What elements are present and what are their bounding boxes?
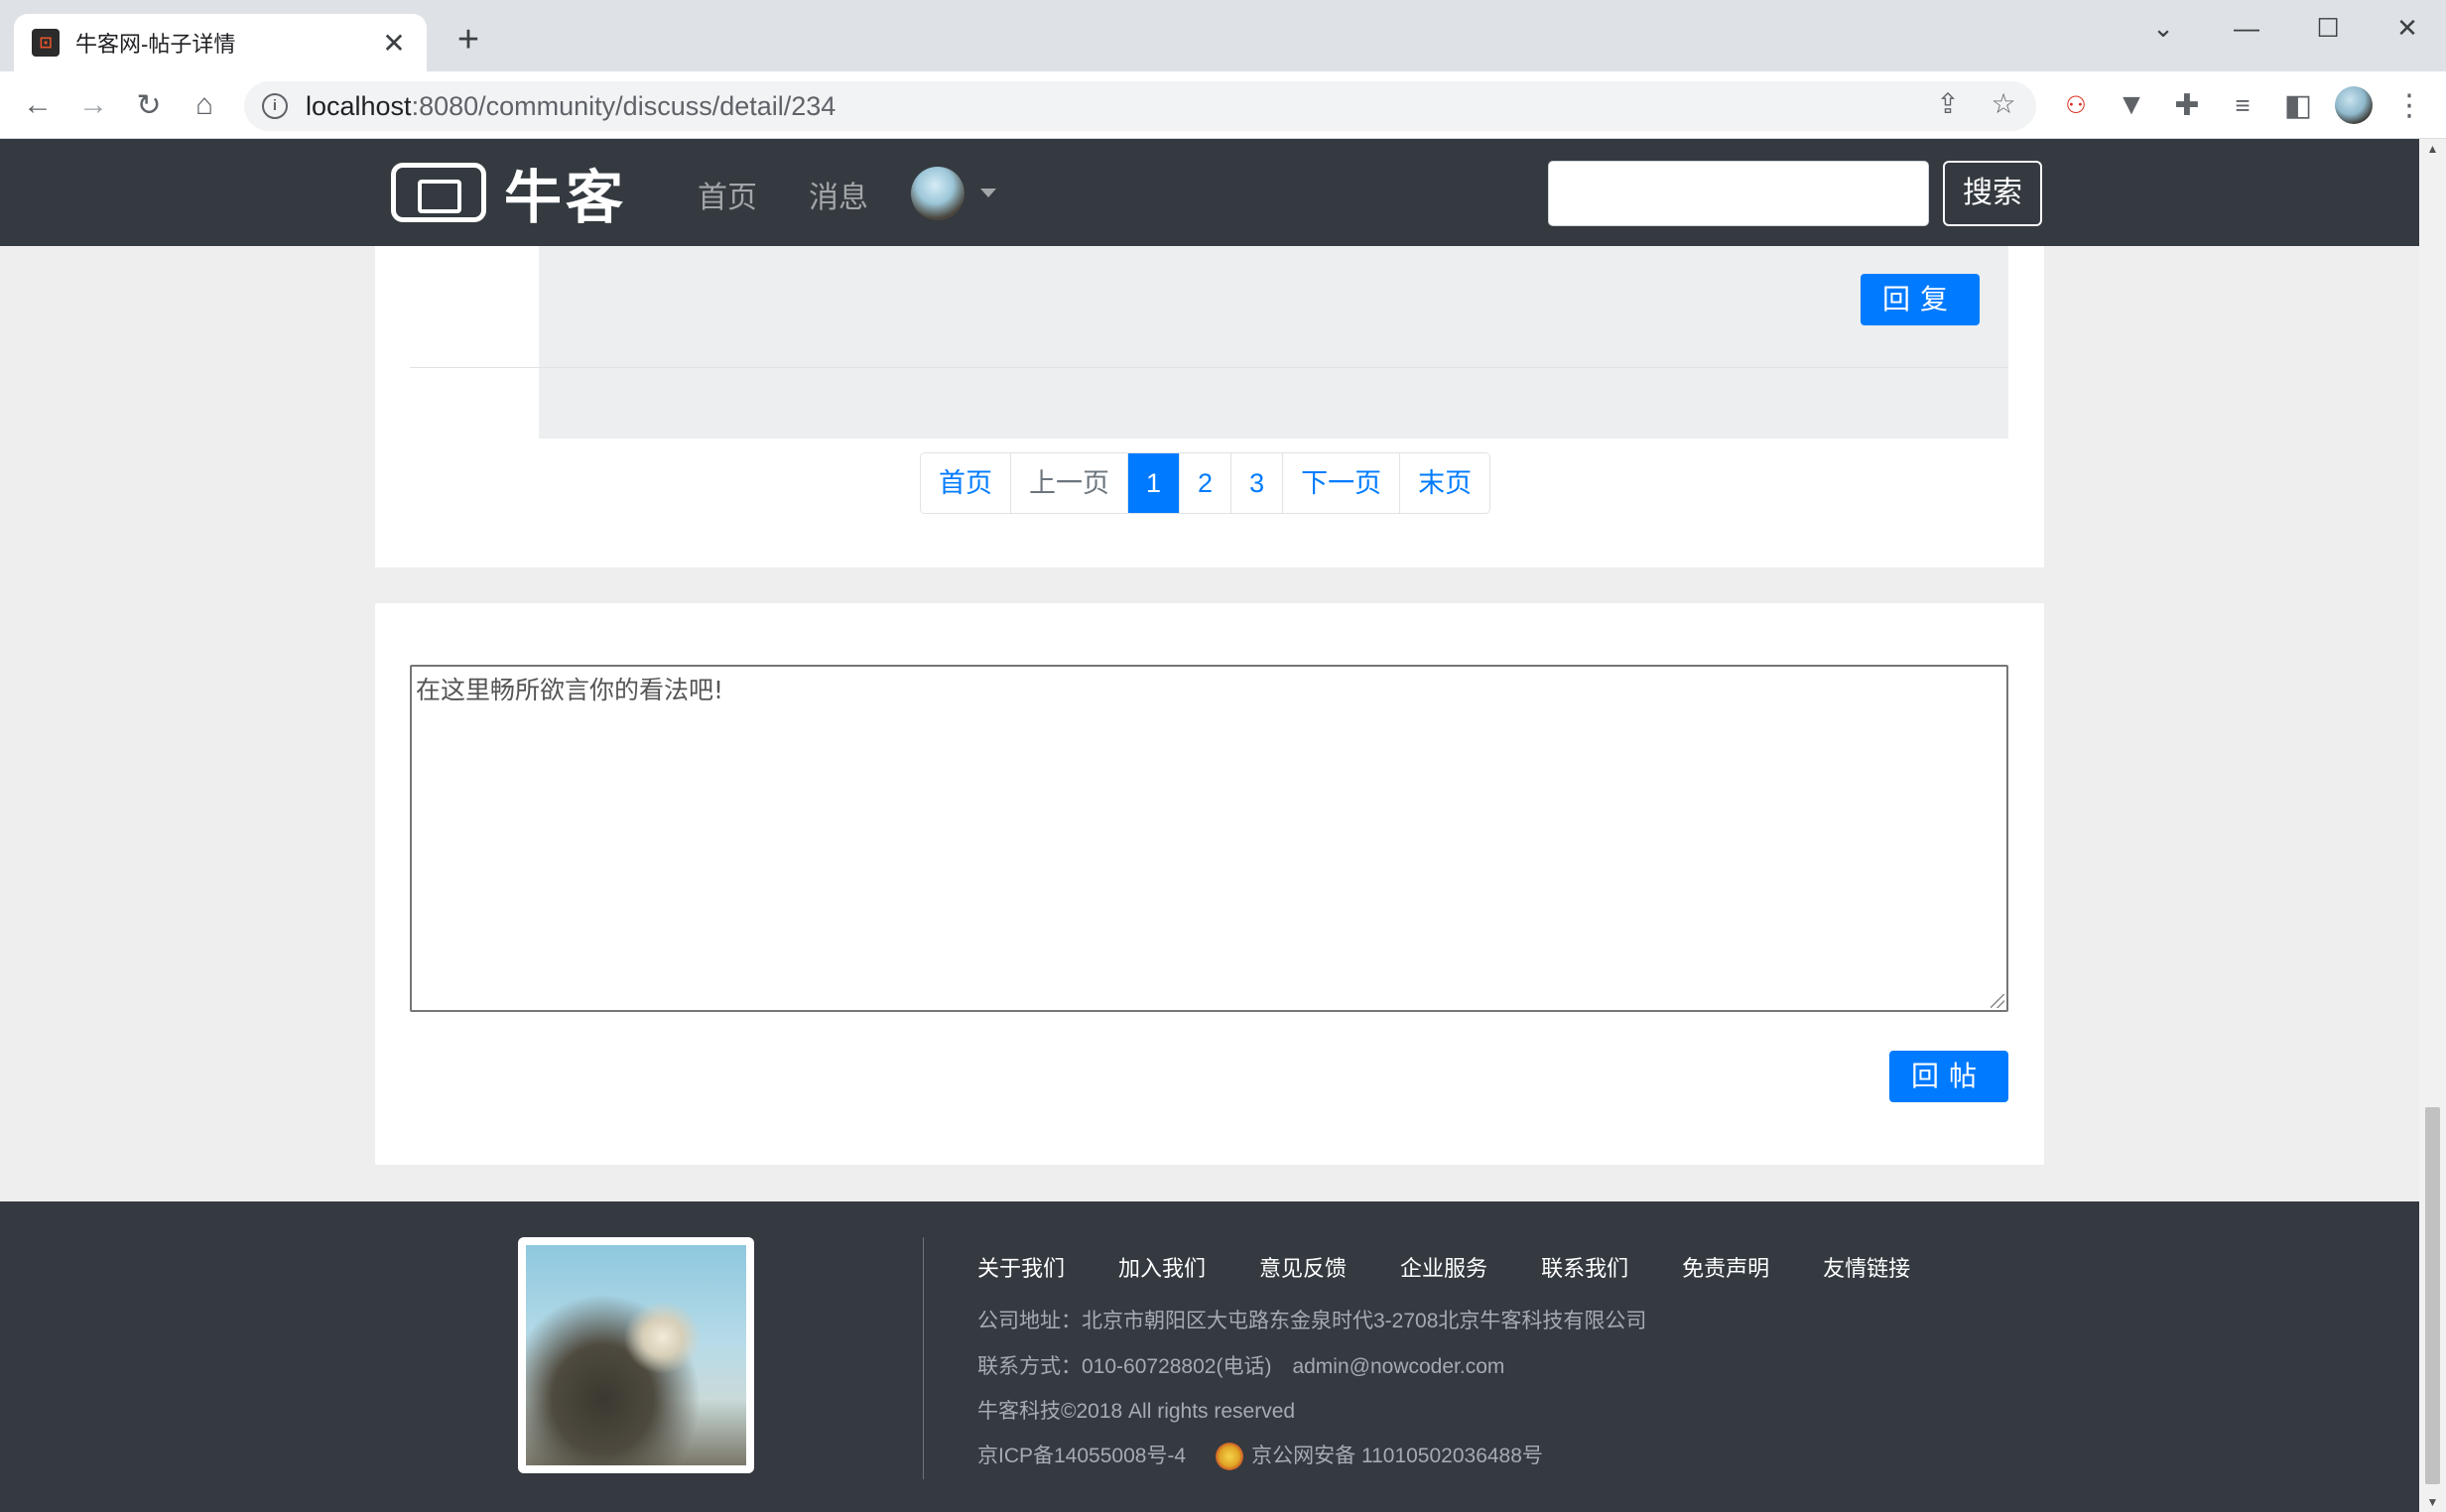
footer-icp[interactable]: 京ICP备14055008号-4 xyxy=(977,1445,1186,1467)
footer-police[interactable]: 京公网安备 11010502036488号 xyxy=(1251,1445,1543,1467)
bookmark-star-icon[interactable]: ☆ xyxy=(1985,87,2022,120)
scroll-down-icon[interactable]: ▼ xyxy=(2419,1492,2446,1512)
pagination: 首页 上一页 1 2 3 下一页 末页 xyxy=(920,452,1491,514)
scroll-thumb[interactable] xyxy=(2425,1107,2440,1484)
reload-icon[interactable]: ↻ xyxy=(127,83,171,127)
vue-extension-icon[interactable]: ▼ xyxy=(2110,83,2153,127)
extension-icon[interactable]: ⚇ xyxy=(2054,83,2098,127)
logo-text: 牛客 xyxy=(504,166,628,230)
nav-link-messages[interactable]: 消息 xyxy=(809,173,868,216)
scroll-up-icon[interactable]: ▲ xyxy=(2419,139,2446,159)
browser-toolbar: ← → ↻ ⌂ i localhost:8080/community/discu… xyxy=(0,71,2446,139)
comment-textarea[interactable]: 在这里畅所欲言你的看法吧! xyxy=(410,665,2008,1012)
search-button[interactable]: 搜索 xyxy=(1943,161,2042,226)
tab-search-icon[interactable]: ⌄ xyxy=(2135,8,2191,48)
logo-mark-icon xyxy=(391,163,486,222)
url-text[interactable]: localhost:8080/community/discuss/detail/… xyxy=(306,91,836,122)
footer-link-friends[interactable]: 友情链接 xyxy=(1823,1251,1910,1283)
page-next[interactable]: 下一页 xyxy=(1283,453,1401,513)
chevron-down-icon[interactable] xyxy=(980,189,996,197)
browser-tabstrip: ⊡ 牛客网-帖子详情 ✕ + ⌄ — ☐ ✕ xyxy=(0,0,2446,71)
browser-tab[interactable]: ⊡ 牛客网-帖子详情 ✕ xyxy=(14,14,427,71)
minimize-icon[interactable]: — xyxy=(2219,8,2274,48)
footer-contact: 联系方式：010-60728802(电话) admin@nowcoder.com xyxy=(977,1355,1505,1378)
site-logo[interactable]: 牛客 xyxy=(391,159,627,230)
police-badge-icon xyxy=(1216,1443,1244,1471)
side-panel-icon[interactable]: ◧ xyxy=(2276,83,2320,127)
footer-links: 关于我们 加入我们 意见反馈 企业服务 联系我们 免责声明 友情链接 xyxy=(977,1251,1910,1283)
reply-box: 回复 xyxy=(539,238,2008,439)
site-footer: 关于我们 加入我们 意见反馈 企业服务 联系我们 免责声明 友情链接 公司地址：… xyxy=(0,1201,2419,1512)
profile-avatar[interactable] xyxy=(2332,83,2376,127)
user-avatar[interactable] xyxy=(911,167,965,220)
page-3[interactable]: 3 xyxy=(1231,453,1284,513)
footer-address: 公司地址：北京市朝阳区大屯路东金泉时代3-2708北京牛客科技有限公司 xyxy=(977,1310,1647,1332)
search-input[interactable] xyxy=(1548,161,1929,226)
window-close-icon[interactable]: ✕ xyxy=(2380,8,2435,48)
comment-divider xyxy=(410,367,2008,368)
site-navbar: 牛客 首页 消息 搜索 xyxy=(0,139,2419,246)
submit-comment-button[interactable]: 回帖 xyxy=(1889,1051,2008,1102)
page-2[interactable]: 2 xyxy=(1180,453,1232,513)
page-1[interactable]: 1 xyxy=(1128,453,1181,513)
reply-button[interactable]: 回复 xyxy=(1861,274,1980,325)
maximize-icon[interactable]: ☐ xyxy=(2300,8,2356,48)
footer-link-join[interactable]: 加入我们 xyxy=(1118,1251,1206,1283)
new-tab-button[interactable]: + xyxy=(449,20,488,60)
qr-code-image xyxy=(518,1237,754,1473)
footer-link-disclaimer[interactable]: 免责声明 xyxy=(1682,1251,1769,1283)
site-info-icon[interactable]: i xyxy=(262,93,288,119)
tab-close-icon[interactable]: ✕ xyxy=(379,27,409,60)
footer-link-feedback[interactable]: 意见反馈 xyxy=(1259,1251,1347,1283)
page-viewport: 牛客 首页 消息 搜索 回复 首页 上一页 1 2 3 下一页 末页 在这里畅所… xyxy=(0,139,2419,1512)
nav-link-home[interactable]: 首页 xyxy=(698,173,757,216)
site-favicon-icon: ⊡ xyxy=(32,29,60,57)
footer-copyright: 牛客科技©2018 All rights reserved xyxy=(977,1400,1296,1423)
address-bar[interactable]: i localhost:8080/community/discuss/detai… xyxy=(244,81,2036,131)
tab-title: 牛客网-帖子详情 xyxy=(75,32,236,57)
footer-registration: 京ICP备14055008号-4 京公网安备 11010502036488号 xyxy=(977,1440,1543,1471)
page-scrollbar[interactable]: ▲ ▼ xyxy=(2419,139,2446,1512)
footer-divider xyxy=(923,1237,924,1479)
footer-link-enterprise[interactable]: 企业服务 xyxy=(1400,1251,1487,1283)
media-control-icon[interactable]: ≡ xyxy=(2221,83,2264,127)
footer-link-about[interactable]: 关于我们 xyxy=(977,1251,1065,1283)
browser-menu-icon[interactable]: ⋮ xyxy=(2387,83,2431,127)
extensions-puzzle-icon[interactable]: ✚ xyxy=(2165,83,2209,127)
back-icon[interactable]: ← xyxy=(16,83,60,127)
resize-grip-icon[interactable] xyxy=(1991,994,2004,1008)
page-prev[interactable]: 上一页 xyxy=(1011,453,1128,513)
footer-link-contact[interactable]: 联系我们 xyxy=(1541,1251,1628,1283)
forward-icon[interactable]: → xyxy=(71,83,115,127)
comment-textarea-text: 在这里畅所欲言你的看法吧! xyxy=(416,676,724,704)
page-first[interactable]: 首页 xyxy=(921,453,1011,513)
home-icon[interactable]: ⌂ xyxy=(183,83,226,127)
share-icon[interactable]: ⇪ xyxy=(1929,87,1967,120)
page-last[interactable]: 末页 xyxy=(1400,453,1490,513)
